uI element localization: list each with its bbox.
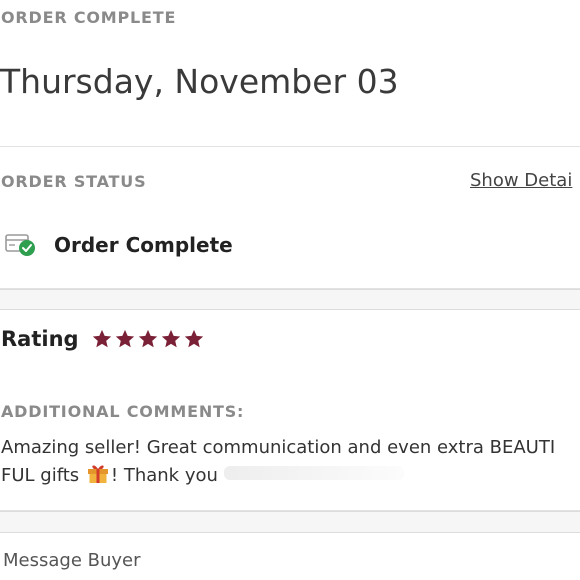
divider <box>0 146 580 147</box>
star-icon <box>184 329 203 348</box>
star-icon <box>161 329 180 348</box>
star-icon <box>115 329 134 348</box>
star-icon <box>92 329 111 348</box>
comment-line-2: FUL gifts ! Thank you <box>1 462 580 490</box>
rating-row: Rating <box>1 327 206 351</box>
additional-comments-label: ADDITIONAL COMMENTS: <box>1 402 245 421</box>
redacted-area <box>223 466 404 480</box>
package-check-icon <box>4 229 38 261</box>
comment-line-2-end: ! Thank you <box>110 465 224 486</box>
rating-stars <box>91 328 206 350</box>
order-status-text: Order Complete <box>54 233 233 257</box>
section-separator-band <box>0 289 580 310</box>
order-date-title: Thursday, November 03 <box>0 62 399 101</box>
order-details-page: ORDER COMPLETE Thursday, November 03 ORD… <box>0 0 580 580</box>
comment-line-2-start: FUL gifts <box>1 465 85 486</box>
show-details-link[interactable]: Show Detai <box>470 170 572 191</box>
rating-label: Rating <box>1 327 79 351</box>
star-icon <box>138 329 157 348</box>
comment-line-1: Amazing seller! Great communication and … <box>1 437 556 458</box>
section-separator-band <box>0 511 580 533</box>
order-status-section-label: ORDER STATUS <box>1 172 147 191</box>
order-status-row: Order Complete <box>4 228 233 262</box>
gift-icon <box>87 465 108 483</box>
order-complete-section-label: ORDER COMPLETE <box>1 8 177 27</box>
comment-text: Amazing seller! Great communication and … <box>1 434 580 490</box>
message-buyer-button[interactable]: Message Buyer <box>3 550 141 571</box>
